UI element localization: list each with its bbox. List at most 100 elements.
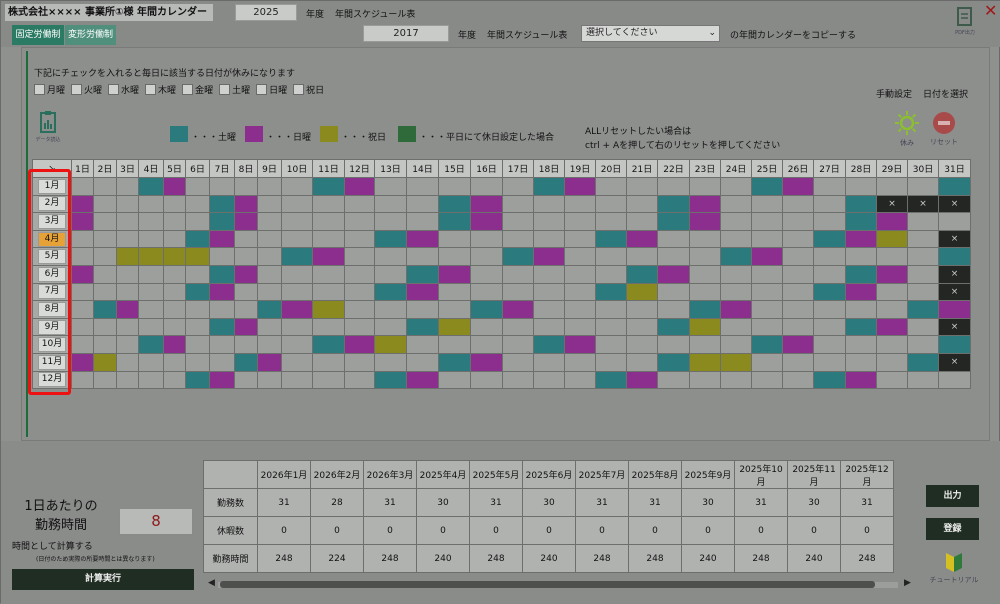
day-cell[interactable] — [185, 317, 210, 337]
day-cell[interactable] — [907, 282, 939, 302]
checkbox-icon[interactable] — [34, 84, 45, 95]
day-cell[interactable] — [438, 300, 471, 319]
day-cell[interactable] — [533, 212, 565, 231]
day-cell[interactable] — [782, 370, 814, 390]
day-cell[interactable] — [71, 300, 94, 319]
day-cell[interactable] — [564, 212, 596, 231]
day-cell[interactable] — [281, 247, 313, 266]
day-cell[interactable] — [657, 212, 690, 231]
day-cell[interactable] — [533, 317, 565, 337]
day-cell[interactable] — [93, 317, 117, 337]
day-cell[interactable] — [595, 282, 627, 302]
day-cell[interactable] — [281, 264, 313, 284]
day-cell[interactable] — [71, 282, 94, 302]
day-cell[interactable] — [564, 264, 596, 284]
day-cell[interactable] — [438, 247, 471, 266]
day-cell[interactable] — [438, 317, 471, 337]
day-cell[interactable] — [657, 335, 690, 354]
day-cell[interactable] — [93, 300, 117, 319]
day-cell[interactable] — [138, 212, 164, 231]
day-cell[interactable] — [813, 264, 846, 284]
day-cell[interactable] — [163, 212, 186, 231]
day-cell[interactable] — [209, 229, 235, 249]
day-cell[interactable] — [138, 247, 164, 266]
day-cell[interactable] — [907, 300, 939, 319]
day-cell[interactable] — [876, 282, 908, 302]
day-cell[interactable] — [751, 317, 783, 337]
day-cell[interactable] — [502, 229, 534, 249]
day-cell[interactable] — [751, 282, 783, 302]
day-cell[interactable] — [209, 247, 235, 266]
checkbox-icon[interactable] — [219, 84, 231, 95]
day-cell[interactable] — [374, 282, 407, 302]
rest-button[interactable]: 休み — [893, 110, 921, 148]
day-cell[interactable] — [312, 212, 345, 231]
day-cell[interactable] — [138, 352, 164, 372]
day-cell[interactable] — [813, 282, 846, 302]
day-cell[interactable] — [751, 264, 783, 284]
day-cell[interactable] — [720, 317, 752, 337]
day-cell[interactable] — [564, 247, 596, 266]
day-cell[interactable] — [209, 212, 235, 231]
day-cell[interactable] — [689, 335, 721, 354]
day-cell[interactable] — [720, 194, 752, 214]
day-cell[interactable] — [257, 194, 282, 214]
day-cell[interactable] — [209, 194, 235, 214]
data-read-button[interactable]: データ読込 — [34, 110, 62, 143]
day-cell[interactable] — [163, 247, 186, 266]
day-cell[interactable] — [470, 212, 503, 231]
day-cell[interactable] — [257, 317, 282, 337]
day-cell[interactable] — [845, 300, 877, 319]
day-cell[interactable] — [720, 247, 752, 266]
day-cell[interactable] — [689, 282, 721, 302]
day-cell[interactable] — [845, 229, 877, 249]
day-cell[interactable] — [312, 352, 345, 372]
day-cell[interactable]: × — [876, 194, 908, 214]
day-cell[interactable] — [689, 317, 721, 337]
day-cell[interactable] — [470, 282, 503, 302]
day-cell[interactable] — [502, 264, 534, 284]
day-cell[interactable] — [502, 370, 534, 390]
day-cell[interactable] — [533, 300, 565, 319]
weekday-checkbox[interactable]: 金曜 — [182, 83, 213, 96]
day-cell[interactable] — [281, 282, 313, 302]
day-cell[interactable] — [312, 300, 345, 319]
day-cell[interactable] — [406, 212, 439, 231]
day-cell[interactable] — [138, 370, 164, 390]
tab-variable[interactable]: 変形労働制 — [65, 25, 116, 45]
day-cell[interactable] — [209, 264, 235, 284]
day-cell[interactable] — [845, 352, 877, 372]
day-cell[interactable] — [751, 247, 783, 266]
day-cell[interactable] — [312, 335, 345, 354]
day-cell[interactable] — [657, 194, 690, 214]
day-cell[interactable] — [163, 352, 186, 372]
day-cell[interactable] — [93, 229, 117, 249]
day-cell[interactable] — [564, 194, 596, 214]
day-cell[interactable] — [470, 370, 503, 390]
day-cell[interactable] — [907, 177, 939, 196]
day-cell[interactable] — [93, 177, 117, 196]
day-cell[interactable] — [689, 194, 721, 214]
checkbox-icon[interactable] — [293, 84, 305, 95]
tab-fixed[interactable]: 固定労働制 — [12, 25, 64, 45]
day-cell[interactable] — [116, 194, 139, 214]
day-cell[interactable] — [845, 282, 877, 302]
day-cell[interactable] — [374, 300, 407, 319]
day-cell[interactable] — [344, 247, 375, 266]
day-cell[interactable]: × — [938, 194, 971, 214]
day-cell[interactable] — [116, 264, 139, 284]
day-cell[interactable] — [281, 194, 313, 214]
day-cell[interactable] — [876, 177, 908, 196]
day-cell[interactable] — [185, 282, 210, 302]
day-cell[interactable] — [257, 212, 282, 231]
day-cell[interactable] — [234, 194, 258, 214]
day-cell[interactable]: × — [938, 264, 971, 284]
day-cell[interactable] — [312, 264, 345, 284]
day-cell[interactable] — [626, 317, 658, 337]
day-cell[interactable] — [720, 300, 752, 319]
day-cell[interactable] — [234, 247, 258, 266]
day-cell[interactable] — [533, 194, 565, 214]
day-cell[interactable] — [93, 352, 117, 372]
copy-year-input[interactable]: 2017 — [363, 25, 449, 42]
day-cell[interactable] — [502, 300, 534, 319]
